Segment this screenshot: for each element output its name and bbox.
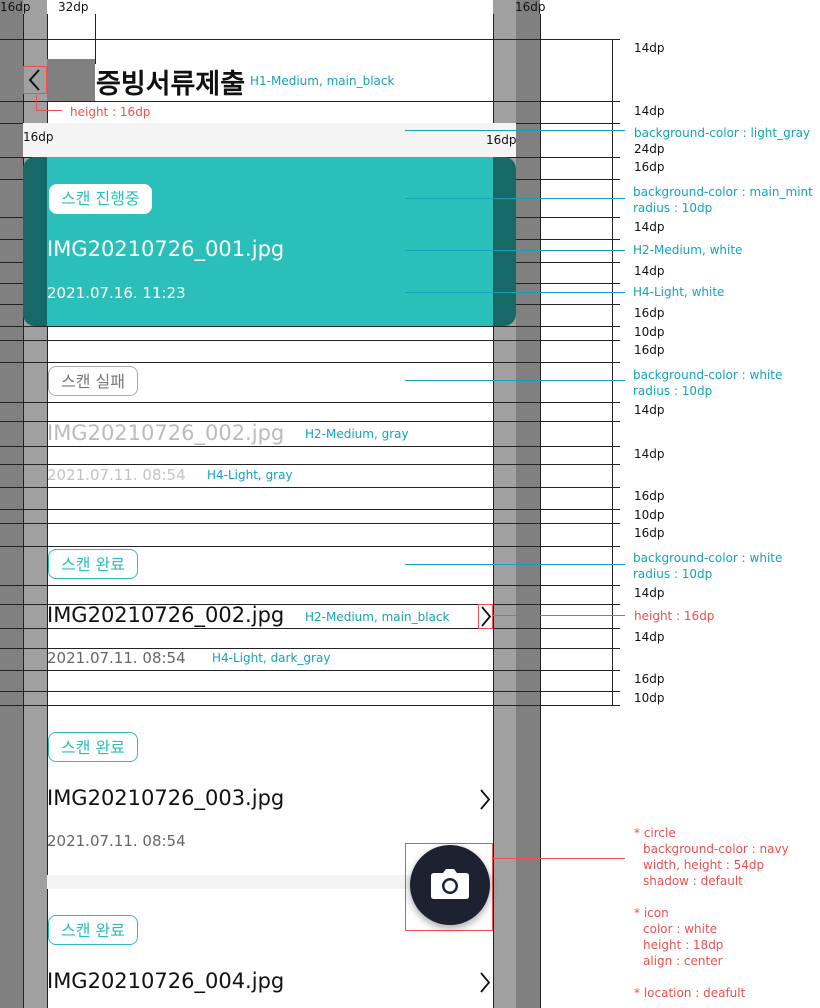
right-margin-guide [516,0,540,1008]
status-badge-complete-3: 스캔 완료 [48,915,138,945]
card1-badge-ann-1: background-color : main_mint [633,185,813,199]
rdim-4: 14dp [634,220,665,234]
fab-circle-ann-1: background-color : navy [643,842,789,856]
fab-icon-ann-3: align : center [643,954,723,968]
card-3-filename: IMG20210726_002.jpg [47,603,285,627]
card-2-date: 2021.07.11. 08:54 [47,466,186,484]
card2-badge-ann-2: radius : 10dp [633,384,713,398]
camera-icon [431,869,469,899]
back-annotation: height : 16dp [70,105,151,119]
status-badge-complete: 스캔 완료 [48,549,138,579]
card3-date-ann: H4-Light, dark_gray [212,651,331,665]
rdim-14: 14dp [634,586,665,600]
band-dim-right: 16dp [486,133,517,147]
card2-date-ann: H4-Light, gray [207,468,293,482]
rdim-7: 10dp [634,325,665,339]
fab-icon-ann-1: color : white [643,922,718,936]
fab-circle-ann-0: * circle [634,826,676,840]
rdim-16: 16dp [634,672,665,686]
camera-fab-button[interactable] [410,845,490,925]
rdim-1: 14dp [634,104,665,118]
fab-icon-ann-0: * icon [634,906,669,920]
status-badge-scanning: 스캔 진행중 [49,184,152,214]
card-3-arrow-button[interactable] [478,604,493,629]
chevron-left-icon [28,69,40,91]
rdim-12: 10dp [634,508,665,522]
card-3-date: 2021.07.11. 08:54 [47,649,186,667]
card-4-filename: IMG20210726_003.jpg [47,786,285,810]
card2-filename-ann: H2-Medium, gray [305,427,409,441]
rdim-2: 24dp [634,142,665,156]
rdim-0: 14dp [634,41,665,55]
rdim-13: 16dp [634,526,665,540]
rdim-10: 14dp [634,447,665,461]
dim-right: 16dp [515,0,546,14]
fab-circle-ann-2: width, height : 54dp [643,858,765,872]
light-gray-band [23,123,516,157]
card2-badge-ann-1: background-color : white [633,368,783,382]
card-4-date: 2021.07.11. 08:54 [47,832,186,850]
rdim-9: 14dp [634,403,665,417]
card3-badge-ann-2: radius : 10dp [633,567,713,581]
card-4-chevron-right-icon[interactable] [478,788,491,811]
header-icon-placeholder [47,59,95,101]
card1-date-ann: H4-Light, white [633,285,725,299]
card3-filename-ann: H2-Medium, main_black [305,610,450,624]
card3-badge-ann-1: background-color : white [633,551,783,565]
fab-icon-ann-2: height : 18dp [643,938,724,952]
dim-left: 16dp [0,0,31,14]
card-1-filename: IMG20210726_001.jpg [47,237,285,261]
fab-circle-ann-3: shadow : default [643,874,743,888]
status-badge-complete-2: 스캔 완료 [48,732,138,762]
card-2-filename: IMG20210726_002.jpg [47,421,285,445]
card1-filename-ann: H2-Medium, white [633,243,743,257]
page-title: 증빙서류제출 [96,69,246,100]
left-margin-guide [0,0,23,1008]
rdim-6: 16dp [634,306,665,320]
status-badge-failed: 스캔 실패 [48,366,138,396]
arrow-annotation: height : 16dp [634,609,715,623]
card-5-filename: IMG20210726_004.jpg [47,969,285,993]
rdim-17: 10dp [634,691,665,705]
dim-icon: 32dp [58,0,89,14]
back-button[interactable] [23,66,47,94]
rdim-15: 14dp [634,630,665,644]
band-annotation: background-color : light_gray [634,126,811,140]
rdim-5: 14dp [634,264,665,278]
band-dim-left: 16dp [23,130,54,144]
rdim-11: 16dp [634,489,665,503]
title-annotation: H1-Medium, main_black [250,74,395,88]
card-5-chevron-right-icon[interactable] [478,971,491,994]
chevron-right-icon [481,606,492,627]
rdim-8: 16dp [634,343,665,357]
card1-badge-ann-2: radius : 10dp [633,201,713,215]
rdim-3: 16dp [634,160,665,174]
fab-location-ann: * location : deafult [634,986,746,1000]
card-1-date: 2021.07.16. 11:23 [47,284,186,302]
